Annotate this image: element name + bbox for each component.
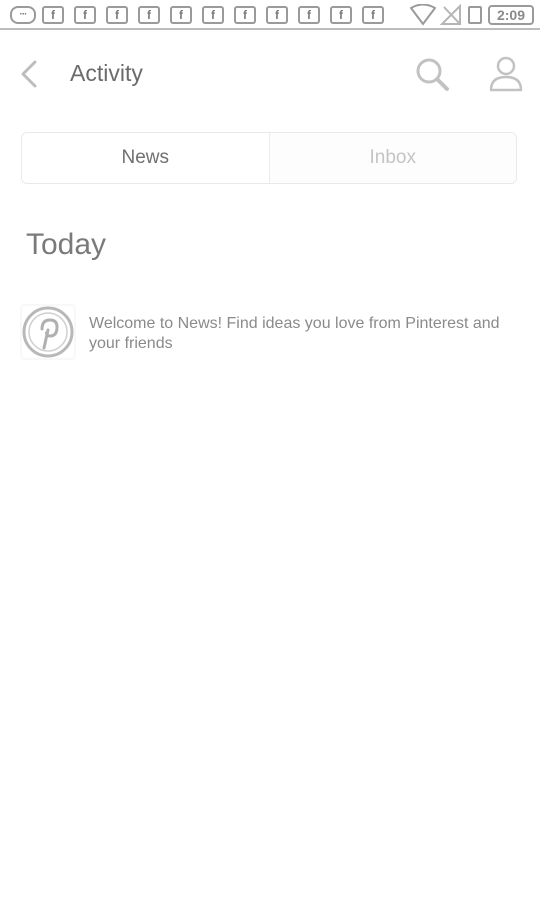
facebook-icon: f — [202, 6, 224, 24]
battery-icon — [468, 6, 482, 24]
news-item-text: Welcome to News! Find ideas you love fro… — [89, 315, 500, 352]
search-icon[interactable] — [412, 54, 452, 94]
status-bar: ··· f f f f f f f f f f f 2:09 — [0, 0, 540, 30]
status-time: 2:09 — [488, 5, 534, 25]
app-header: Activity — [0, 30, 540, 120]
tab-news[interactable]: News — [22, 133, 270, 183]
no-signal-icon — [440, 4, 461, 25]
list-item[interactable]: Welcome to News! Find ideas you love fro… — [20, 304, 520, 364]
facebook-icon: f — [106, 6, 128, 24]
wifi-icon — [410, 4, 436, 26]
chat-notification-icon: ··· — [10, 6, 36, 24]
pinterest-logo-icon — [20, 304, 76, 360]
section-title-today: Today — [26, 228, 107, 261]
activity-tabs: News Inbox — [21, 132, 517, 184]
facebook-icon: f — [362, 6, 384, 24]
facebook-icon: f — [170, 6, 192, 24]
facebook-icon: f — [266, 6, 288, 24]
person-icon[interactable] — [486, 54, 526, 94]
tab-inbox[interactable]: Inbox — [269, 133, 516, 183]
chevron-left-icon[interactable] — [14, 58, 46, 90]
page-title: Activity — [70, 60, 143, 86]
facebook-icon: f — [330, 6, 352, 24]
facebook-icon: f — [234, 6, 256, 24]
facebook-icon: f — [74, 6, 96, 24]
facebook-icon: f — [138, 6, 160, 24]
facebook-icon: f — [298, 6, 320, 24]
facebook-icon: f — [42, 6, 64, 24]
